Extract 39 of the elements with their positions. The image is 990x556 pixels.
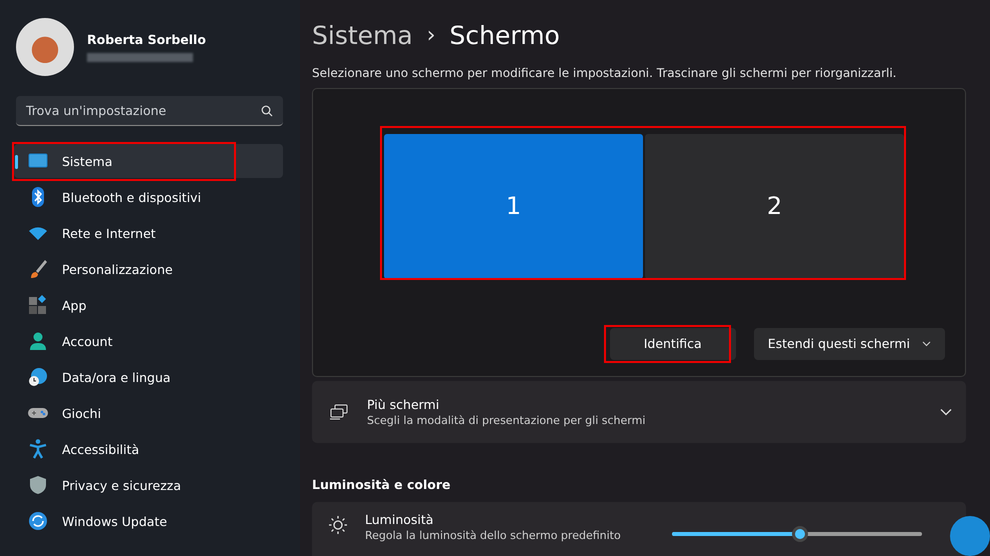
page-title: Schermo: [450, 21, 560, 50]
sidebar-item[interactable]: Giochi: [14, 396, 283, 430]
sidebar-item[interactable]: Personalizzazione: [14, 252, 283, 286]
identify-button[interactable]: Identifica: [610, 328, 736, 360]
sidebar-item[interactable]: Windows Update: [14, 504, 283, 538]
search-icon: [261, 105, 273, 117]
app-icon[interactable]: [950, 516, 990, 556]
brightness-subtitle: Regola la luminosità dello schermo predefinito: [365, 529, 622, 542]
update-icon: [28, 511, 48, 531]
brightness-title: Luminosità: [365, 512, 434, 528]
user-name: Roberta Sorbello: [87, 32, 206, 47]
brightness-slider[interactable]: [672, 526, 922, 542]
monitors-icon: [329, 404, 349, 420]
sidebar-item[interactable]: Accessibilità: [14, 432, 283, 466]
brush-icon: [28, 259, 48, 279]
sidebar-item[interactable]: App: [14, 288, 283, 322]
display-tile[interactable]: 2: [645, 134, 904, 279]
person-icon: [28, 331, 48, 351]
sidebar-item[interactable]: Data/ora e lingua: [14, 360, 283, 394]
clock-icon: [28, 367, 48, 387]
sun-icon: [329, 516, 347, 534]
sidebar-item[interactable]: Bluetooth e dispositivi: [14, 180, 283, 214]
breadcrumb-separator: ›: [426, 23, 436, 48]
sidebar-item[interactable]: Privacy e sicurezza: [14, 468, 283, 502]
search-field[interactable]: Trova un'impostazione: [16, 96, 283, 126]
sidebar-item[interactable]: Sistema: [14, 144, 283, 178]
mode-dropdown[interactable]: Estendi questi schermi: [754, 328, 945, 360]
shield-icon: [28, 475, 48, 495]
multiple-displays-card[interactable]: Più schermi Scegli la modalità di presentazione per gli schermi: [312, 380, 966, 444]
chevron-icon: [922, 340, 931, 347]
breadcrumb-parent[interactable]: Sistema: [312, 21, 413, 50]
apps-icon: [28, 295, 48, 315]
display-tile[interactable]: 1: [384, 134, 643, 279]
sidebar-item[interactable]: Account: [14, 324, 283, 358]
slider-thumb[interactable]: [792, 526, 808, 542]
accessibility-icon: [28, 439, 48, 459]
sidebar-item[interactable]: Rete e Internet: [14, 216, 283, 250]
section-heading: Luminosità e colore: [312, 477, 452, 492]
description-text: Selezionare uno schermo per modificare le impostazioni. Trascinare gli schermi per riorganizzarli.: [312, 66, 898, 80]
